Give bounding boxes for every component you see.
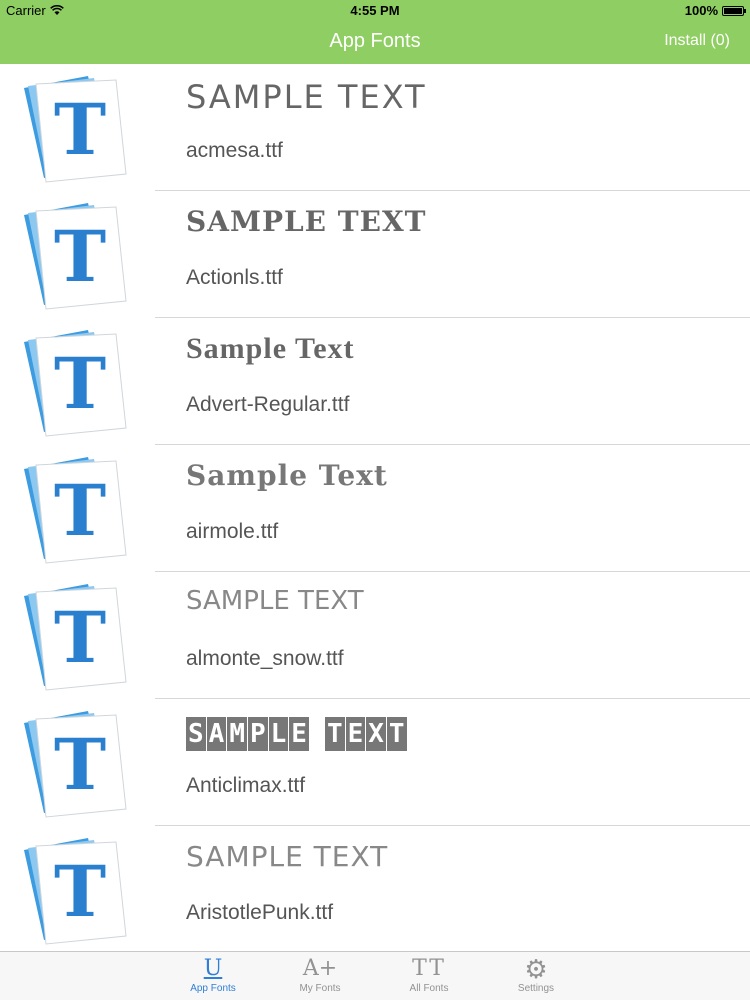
font-list-item[interactable]: T SAMPLE TEXT almonte_snow.ttf [0,572,750,699]
app-fonts-icon: U [203,956,223,981]
font-list-item[interactable]: T SAMPLE TEXT Actionls.ttf [0,191,750,318]
battery-indicator: 100% [684,3,746,18]
sample-text-preview: SAMPLE TEXT [186,78,427,116]
font-list-item[interactable]: T SAMPLE TEXT acmesa.ttf [0,64,750,191]
font-filename: almonte_snow.ttf [186,647,344,670]
font-file-icon: T [24,330,127,437]
font-filename: acmesa.ttf [186,139,283,162]
font-filename: Anticlimax.ttf [186,774,306,797]
font-file-icon: T [24,76,127,183]
tab-my-fonts[interactable]: A+ My Fonts [275,955,365,994]
font-file-icon: T [24,838,127,945]
font-file-icon: T [24,584,127,691]
tab-label: Settings [517,983,555,994]
tab-settings[interactable]: ⚙ Settings [491,955,581,994]
tab-all-fonts[interactable]: TT All Fonts [384,955,474,994]
svg-text:T: T [54,850,106,933]
font-file-icon: T [24,457,127,564]
battery-percent: 100% [684,3,718,18]
sample-text-preview: SAMPLE TEXT [186,840,389,873]
svg-text:T: T [54,215,106,298]
sample-text-preview: SAMPLE TEXT [186,586,364,616]
my-fonts-icon: A+ [302,956,338,981]
all-fonts-icon: TT [412,956,446,981]
tab-label: All Fonts [409,983,449,994]
font-file-icon: T [24,711,127,818]
tab-label: App Fonts [190,983,236,994]
font-filename: Advert-Regular.ttf [186,393,350,416]
svg-text:T: T [54,88,106,171]
font-list-item[interactable]: T Sample Text Advert-Regular.ttf [0,318,750,445]
battery-icon [722,5,746,16]
tab-label: My Fonts [299,983,341,994]
font-file-icon: T [24,203,127,310]
gear-icon: ⚙ [524,954,548,984]
font-list-item[interactable]: T SAMPLE TEXT AristotlePunk.ttf [0,826,750,953]
font-filename: airmole.ttf [186,520,279,543]
svg-text:T: T [54,342,106,425]
status-bar: Carrier 4:55 PM 100% [0,0,750,22]
font-list: T SAMPLE TEXT acmesa.ttf T SAMPLE TEXT A… [0,64,750,953]
navigation-bar: App Fonts Install (0) [0,22,750,64]
sample-text-preview: Sample Text [186,459,388,492]
svg-text:T: T [54,723,106,806]
font-list-item[interactable]: T SAMPLE TEXT Anticlimax.ttf [0,699,750,826]
sample-text-preview: Sample Text [186,332,355,365]
page-title: App Fonts [329,30,421,52]
status-time: 4:55 PM [350,3,400,18]
sample-text-preview: SAMPLE TEXT [186,717,407,751]
font-filename: AristotlePunk.ttf [186,901,334,924]
sample-text-preview: SAMPLE TEXT [186,205,427,238]
tab-bar: U App Fonts A+ My Fonts TT All Fonts ⚙ S… [0,951,750,1000]
svg-text:T: T [54,596,106,679]
font-list-item[interactable]: T Sample Text airmole.ttf [0,445,750,572]
install-button[interactable]: Install (0) [664,32,730,50]
svg-text:T: T [54,469,106,552]
tab-app-fonts[interactable]: U App Fonts [168,955,258,994]
font-filename: Actionls.ttf [186,266,283,289]
